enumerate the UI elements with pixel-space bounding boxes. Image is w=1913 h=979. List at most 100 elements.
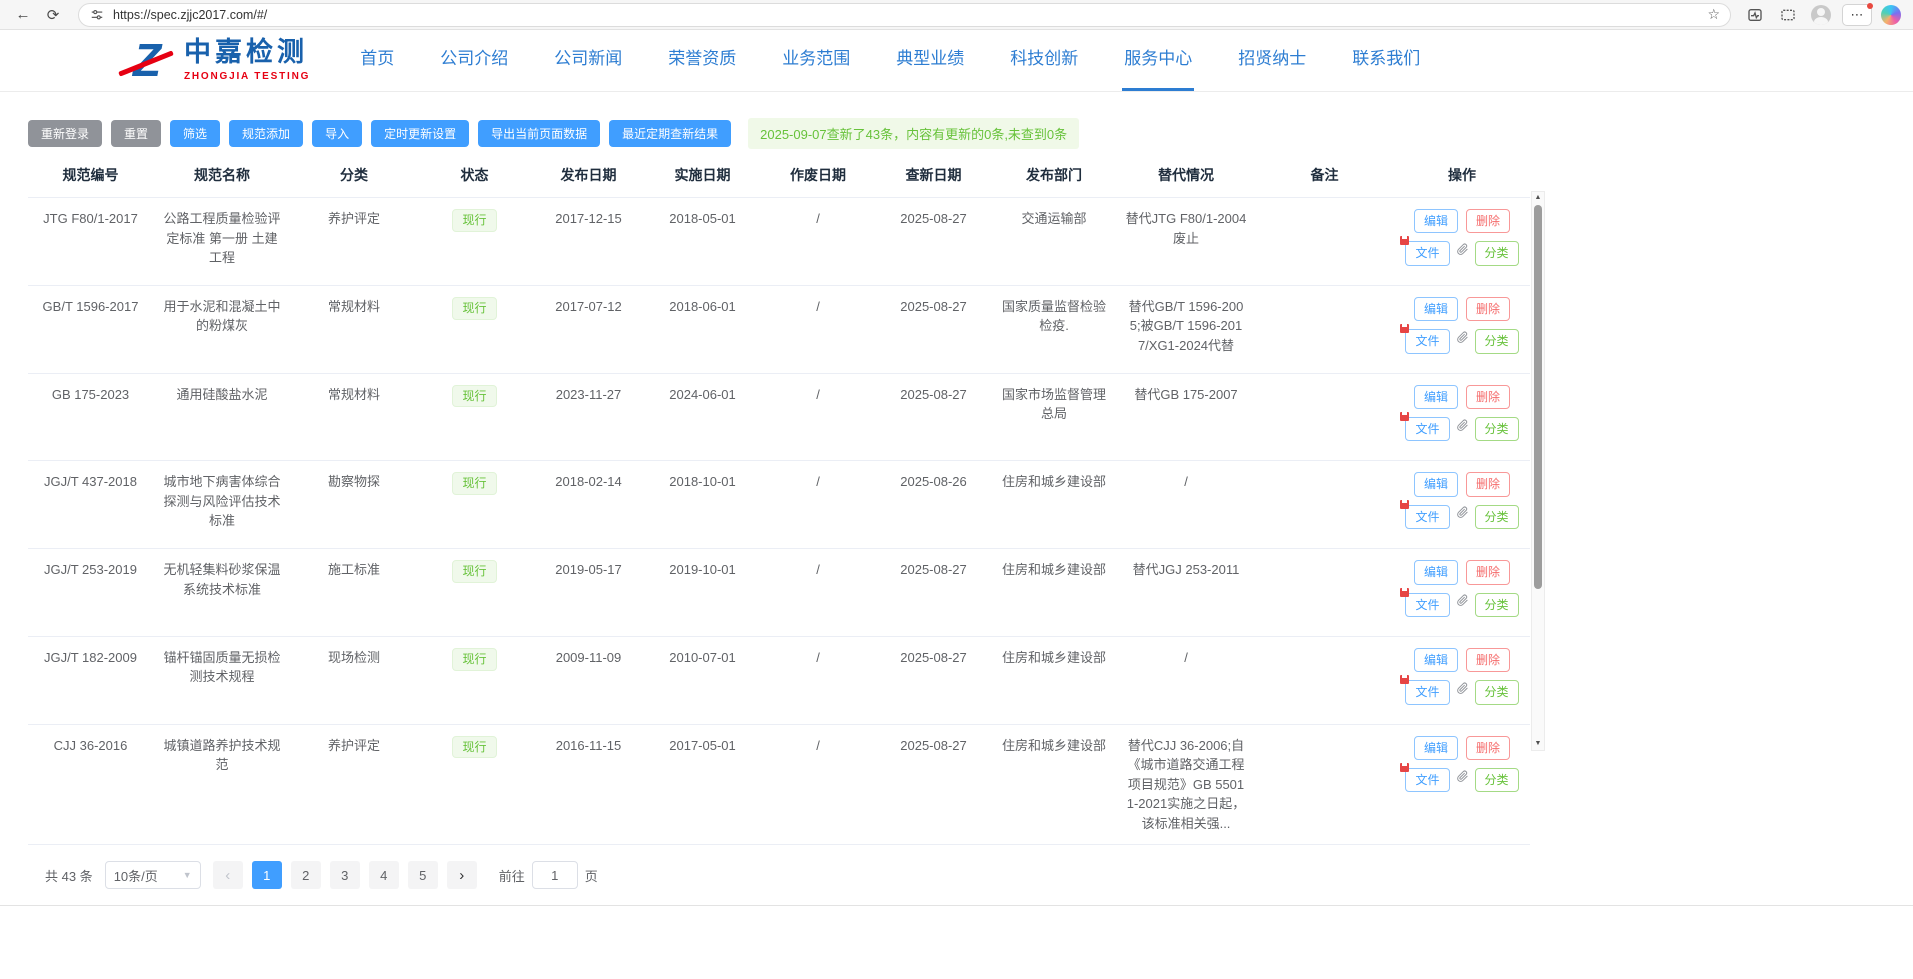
- cell-department: 交通运输部: [991, 198, 1117, 286]
- nav-item-service-center[interactable]: 服务中心: [1122, 44, 1194, 91]
- cell-department: 国家市场监督管理总局: [991, 373, 1117, 461]
- export-page-button[interactable]: 导出当前页面数据: [478, 120, 600, 147]
- cell-code: JGJ/T 253-2019: [28, 549, 153, 637]
- delete-button[interactable]: 删除: [1466, 648, 1510, 672]
- cell-check-date: 2025-08-27: [876, 285, 991, 373]
- delete-button[interactable]: 删除: [1466, 209, 1510, 233]
- nav-item-company-news[interactable]: 公司新闻: [552, 44, 624, 91]
- bookmark-star-icon[interactable]: ☆: [1707, 6, 1720, 23]
- delete-button[interactable]: 删除: [1466, 297, 1510, 321]
- edit-button[interactable]: 编辑: [1414, 385, 1458, 409]
- prev-page-button[interactable]: ‹: [213, 861, 243, 889]
- edit-button[interactable]: 编辑: [1414, 297, 1458, 321]
- cell-actions: 编辑 删除 文件 分类: [1394, 285, 1530, 373]
- more-icon: ⋯: [1851, 7, 1864, 23]
- browser-toolbar-icons: ⋯: [1743, 4, 1903, 26]
- delete-button[interactable]: 删除: [1466, 560, 1510, 584]
- goto-page: 前往 页: [499, 861, 598, 889]
- scrollbar-thumb[interactable]: [1534, 205, 1542, 589]
- nav-item-contact[interactable]: 联系我们: [1350, 44, 1422, 91]
- file-button[interactable]: 文件: [1405, 505, 1449, 529]
- paperclip-icon: [1456, 243, 1469, 256]
- page-button-4[interactable]: 4: [369, 861, 399, 889]
- cell-abolish-date: /: [760, 636, 876, 724]
- edit-button[interactable]: 编辑: [1414, 560, 1458, 584]
- file-button[interactable]: 文件: [1405, 329, 1449, 353]
- file-button[interactable]: 文件: [1405, 593, 1449, 617]
- browser-essentials-icon[interactable]: [1743, 4, 1767, 26]
- nav-item-innovation[interactable]: 科技创新: [1008, 44, 1080, 91]
- cell-check-date: 2025-08-27: [876, 198, 991, 286]
- classify-button[interactable]: 分类: [1475, 241, 1519, 265]
- cell-actions: 编辑 删除 文件 分类: [1394, 549, 1530, 637]
- copilot-icon[interactable]: [1881, 5, 1901, 25]
- cell-code: JGJ/T 182-2009: [28, 636, 153, 724]
- goto-page-input[interactable]: [532, 861, 578, 889]
- nav-item-achievements[interactable]: 典型业绩: [894, 44, 966, 91]
- status-badge: 现行: [452, 472, 496, 495]
- file-button[interactable]: 文件: [1405, 241, 1449, 265]
- settings-menu-button[interactable]: ⋯: [1842, 4, 1872, 26]
- classify-button[interactable]: 分类: [1475, 505, 1519, 529]
- filter-button[interactable]: 筛选: [170, 120, 220, 147]
- nav-item-company-intro[interactable]: 公司介绍: [438, 44, 510, 91]
- cell-department: 住房和城乡建设部: [991, 636, 1117, 724]
- edit-button[interactable]: 编辑: [1414, 472, 1458, 496]
- page-button-1[interactable]: 1: [252, 861, 282, 889]
- nav-item-home[interactable]: 首页: [358, 44, 396, 91]
- refresh-button[interactable]: ⟳: [40, 3, 66, 27]
- add-spec-button[interactable]: 规范添加: [229, 120, 303, 147]
- classify-button[interactable]: 分类: [1475, 593, 1519, 617]
- status-badge: 现行: [452, 648, 496, 671]
- relogin-button[interactable]: 重新登录: [28, 120, 102, 147]
- classify-button[interactable]: 分类: [1475, 417, 1519, 441]
- cell-abolish-date: /: [760, 285, 876, 373]
- edit-button[interactable]: 编辑: [1414, 209, 1458, 233]
- col-header-replacement: 替代情况: [1117, 159, 1255, 198]
- cell-actions: 编辑 删除 文件 分类: [1394, 636, 1530, 724]
- status-badge: 现行: [452, 385, 496, 408]
- profile-avatar-icon[interactable]: [1809, 4, 1833, 26]
- cell-code: GB/T 1596-2017: [28, 285, 153, 373]
- classify-button[interactable]: 分类: [1475, 680, 1519, 704]
- delete-button[interactable]: 删除: [1466, 385, 1510, 409]
- address-bar[interactable]: https://spec.zjjc2017.com/#/ ☆: [78, 3, 1731, 27]
- cell-status: 现行: [417, 636, 532, 724]
- table-row: JGJ/T 182-2009 锚杆锚固质量无损检测技术规程 现场检测 现行 20…: [28, 636, 1530, 724]
- col-header-check-date: 查新日期: [876, 159, 991, 198]
- page-size-select[interactable]: 10条/页 ▼: [105, 861, 201, 889]
- nav-item-recruitment[interactable]: 招贤纳士: [1236, 44, 1308, 91]
- file-button[interactable]: 文件: [1405, 417, 1449, 441]
- file-button[interactable]: 文件: [1405, 680, 1449, 704]
- cell-check-date: 2025-08-27: [876, 636, 991, 724]
- page-button-2[interactable]: 2: [291, 861, 321, 889]
- edit-button[interactable]: 编辑: [1414, 736, 1458, 760]
- nav-item-honors[interactable]: 荣誉资质: [666, 44, 738, 91]
- cell-category: 养护评定: [291, 198, 417, 286]
- page-button-3[interactable]: 3: [330, 861, 360, 889]
- scroll-down-icon[interactable]: ▼: [1532, 738, 1544, 750]
- nav-item-business-scope[interactable]: 业务范围: [780, 44, 852, 91]
- cell-code: CJJ 36-2016: [28, 724, 153, 845]
- back-button[interactable]: ←: [10, 3, 36, 27]
- schedule-update-button[interactable]: 定时更新设置: [371, 120, 469, 147]
- next-page-button[interactable]: ›: [447, 861, 477, 889]
- site-settings-icon[interactable]: [89, 7, 105, 23]
- file-button[interactable]: 文件: [1405, 768, 1449, 792]
- classify-button[interactable]: 分类: [1475, 768, 1519, 792]
- scroll-up-icon[interactable]: ▲: [1532, 192, 1544, 204]
- page-button-5[interactable]: 5: [408, 861, 438, 889]
- import-button[interactable]: 导入: [312, 120, 362, 147]
- delete-button[interactable]: 删除: [1466, 472, 1510, 496]
- table-scrollbar[interactable]: ▲ ▼: [1531, 191, 1545, 751]
- floppy-icon: [1400, 675, 1409, 684]
- table-row: JGJ/T 437-2018 城市地下病害体综合探测与风险评估技术标准 勘察物探…: [28, 461, 1530, 549]
- edit-button[interactable]: 编辑: [1414, 648, 1458, 672]
- delete-button[interactable]: 删除: [1466, 736, 1510, 760]
- reset-button[interactable]: 重置: [111, 120, 161, 147]
- cell-name: 锚杆锚固质量无损检测技术规程: [153, 636, 291, 724]
- web-capture-icon[interactable]: [1776, 4, 1800, 26]
- browser-chrome: ← ⟳ https://spec.zjjc2017.com/#/ ☆ ⋯: [0, 0, 1913, 30]
- classify-button[interactable]: 分类: [1475, 329, 1519, 353]
- recent-results-button[interactable]: 最近定期查新结果: [609, 120, 731, 147]
